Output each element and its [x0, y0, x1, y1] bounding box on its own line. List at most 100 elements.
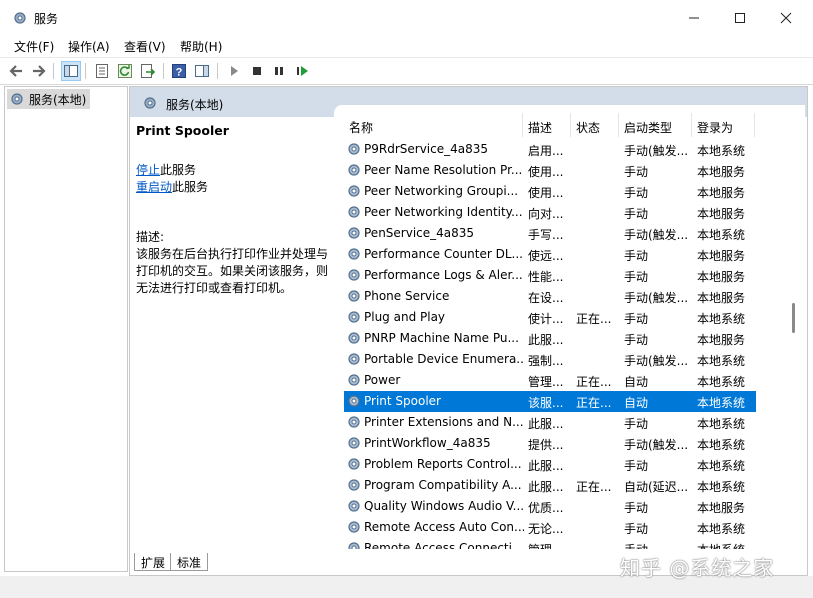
restart-service-button[interactable]: [293, 62, 311, 80]
action-pane-icon: [195, 65, 209, 77]
service-gear-icon: [348, 479, 360, 491]
cell-desc: 管理...: [528, 375, 564, 389]
cell-startup: 手动: [624, 333, 649, 347]
toolbar-separator: [163, 63, 164, 79]
cell-desc: 强制...: [528, 354, 564, 368]
cell-logon: 本地服务: [697, 501, 746, 515]
tab-standard[interactable]: 标准: [170, 553, 209, 571]
table-row[interactable]: PrintWorkflow_4a835 提供... 手动(触发... 本地系统: [344, 433, 756, 454]
cell-desc: 此服...: [528, 333, 564, 347]
cell-startup: 手动: [624, 207, 649, 221]
column-header-startup-type-label: 启动类型: [624, 121, 673, 135]
tab-extended[interactable]: 扩展: [134, 553, 173, 571]
service-gear-icon: [348, 185, 360, 197]
help-button[interactable]: ?: [170, 62, 188, 80]
table-row[interactable]: Printer Extensions and N... 此服... 手动 本地系统: [344, 412, 756, 433]
menu-action[interactable]: 操作(A): [68, 38, 110, 55]
cell-startup: 手动(触发...: [624, 438, 689, 452]
cell-startup: 手动: [624, 270, 649, 284]
cell-logon: 本地系统: [697, 375, 746, 389]
sort-ascending-icon: ^: [349, 119, 359, 132]
console-tree: 服务(本地): [4, 86, 128, 572]
service-gear-icon: [348, 374, 360, 386]
cell-desc: 优质...: [528, 501, 564, 515]
cell-name: PrintWorkflow_4a835: [364, 436, 491, 450]
table-row[interactable]: Problem Reports Control... 此服... 手动 本地系统: [344, 454, 756, 475]
maximize-button[interactable]: [717, 0, 763, 36]
cell-logon: 本地系统: [697, 228, 746, 242]
cell-name: P9RdrService_4a835: [364, 142, 489, 156]
cell-name: Performance Logs & Aler...: [364, 268, 523, 282]
table-row[interactable]: Power 管理... 正在... 自动 本地系统: [344, 370, 756, 391]
cell-logon: 本地系统: [697, 417, 746, 431]
services-gear-icon: [144, 97, 156, 109]
description-text: 该服务在后台执行打印作业并处理与打印机的交互。如果关闭该服务，则无法进行打印或查…: [136, 247, 329, 295]
table-row[interactable]: Performance Logs & Aler... 性能... 手动 本地服务: [344, 265, 756, 286]
table-row[interactable]: Print Spooler 该服... 正在... 自动 本地系统: [344, 391, 756, 412]
restart-service-link[interactable]: 重启动: [136, 180, 172, 194]
show-hide-action-pane-button[interactable]: [193, 62, 211, 80]
menu-help[interactable]: 帮助(H): [180, 38, 222, 55]
table-row[interactable]: Quality Windows Audio V... 优质... 手动 本地服务: [344, 496, 756, 517]
column-header-status[interactable]: 状态: [571, 113, 619, 137]
column-header-startup-type[interactable]: 启动类型: [619, 113, 692, 137]
cell-logon: 本地系统: [697, 438, 746, 452]
services-list: 名称 ^ 描述 状态 启动类型 登录为 P9RdrService_4a835 启用…: [334, 105, 805, 557]
vertical-scrollbar[interactable]: [786, 113, 802, 549]
menu-view[interactable]: 查看(V): [124, 38, 166, 55]
cell-desc: 该服...: [528, 396, 564, 410]
table-row[interactable]: PNRP Machine Name Pu... 此服... 手动 本地服务: [344, 328, 756, 349]
menu-file[interactable]: 文件(F): [14, 38, 54, 55]
pause-icon: [275, 67, 283, 75]
table-row[interactable]: Peer Name Resolution Pr... 使用... 手动 本地服务: [344, 160, 756, 181]
maximize-icon: [735, 13, 745, 23]
cell-desc: 使计...: [528, 312, 564, 326]
pause-service-button[interactable]: [270, 62, 288, 80]
properties-list-button[interactable]: [93, 62, 111, 80]
tree-item-services-local[interactable]: 服务(本地): [7, 89, 91, 109]
table-row[interactable]: P9RdrService_4a835 启用... 手动(触发... 本地系统: [344, 139, 756, 160]
cell-desc: 提供...: [528, 438, 564, 452]
cell-startup: 自动(延迟...: [624, 480, 689, 494]
back-button[interactable]: [7, 62, 25, 80]
stop-service-link[interactable]: 停止: [136, 163, 160, 177]
minimize-button[interactable]: [671, 0, 717, 36]
close-button[interactable]: [763, 0, 809, 36]
column-header-description[interactable]: 描述: [523, 113, 571, 137]
panel-header-title: 服务(本地): [166, 98, 224, 112]
cell-logon: 本地服务: [697, 333, 746, 347]
list-icon: [96, 64, 108, 78]
table-row[interactable]: PenService_4a835 手写... 手动(触发... 本地系统: [344, 223, 756, 244]
cell-status: 正在...: [576, 396, 612, 410]
export-list-button[interactable]: [139, 62, 157, 80]
table-row[interactable]: Phone Service 在设... 手动(触发... 本地服务: [344, 286, 756, 307]
table-row[interactable]: Performance Counter DL... 使远... 手动 本地服务: [344, 244, 756, 265]
start-service-button[interactable]: [225, 62, 243, 80]
table-row[interactable]: Remote Access Auto Con... 无论... 手动 本地系统: [344, 517, 756, 538]
forward-button[interactable]: [30, 62, 48, 80]
cell-startup: 自动: [624, 375, 649, 389]
cell-status: 正在...: [576, 375, 612, 389]
stop-icon: [253, 67, 261, 75]
toolbar-separator: [217, 63, 218, 79]
selected-service-title: Print Spooler: [136, 123, 229, 138]
table-row[interactable]: Plug and Play 使计... 正在... 手动 本地系统: [344, 307, 756, 328]
restart-play-icon: [297, 66, 308, 76]
service-gear-icon: [348, 206, 360, 218]
tab-standard-label: 标准: [177, 556, 202, 570]
cell-logon: 本地服务: [697, 249, 746, 263]
table-row[interactable]: Portable Device Enumera... 强制... 手动(触发... 本…: [344, 349, 756, 370]
cell-startup: 手动: [624, 522, 649, 536]
stop-service-suffix: 此服务: [160, 163, 197, 177]
scrollbar-thumb[interactable]: [792, 303, 795, 333]
table-row[interactable]: Peer Networking Identity... 向对... 手动 本地服务: [344, 202, 756, 223]
refresh-button[interactable]: [116, 62, 134, 80]
table-row[interactable]: Peer Networking Groupi... 使用... 手动 本地服务: [344, 181, 756, 202]
table-row[interactable]: Program Compatibility A... 此服... 正在... 自动(延…: [344, 475, 756, 496]
column-header-logon[interactable]: 登录为: [692, 113, 755, 137]
column-header-name[interactable]: 名称 ^: [344, 113, 523, 137]
show-hide-console-tree-button[interactable]: [61, 61, 81, 81]
cell-logon: 本地系统: [697, 354, 746, 368]
stop-service-button[interactable]: [248, 62, 266, 80]
help-icon: ?: [172, 64, 186, 79]
